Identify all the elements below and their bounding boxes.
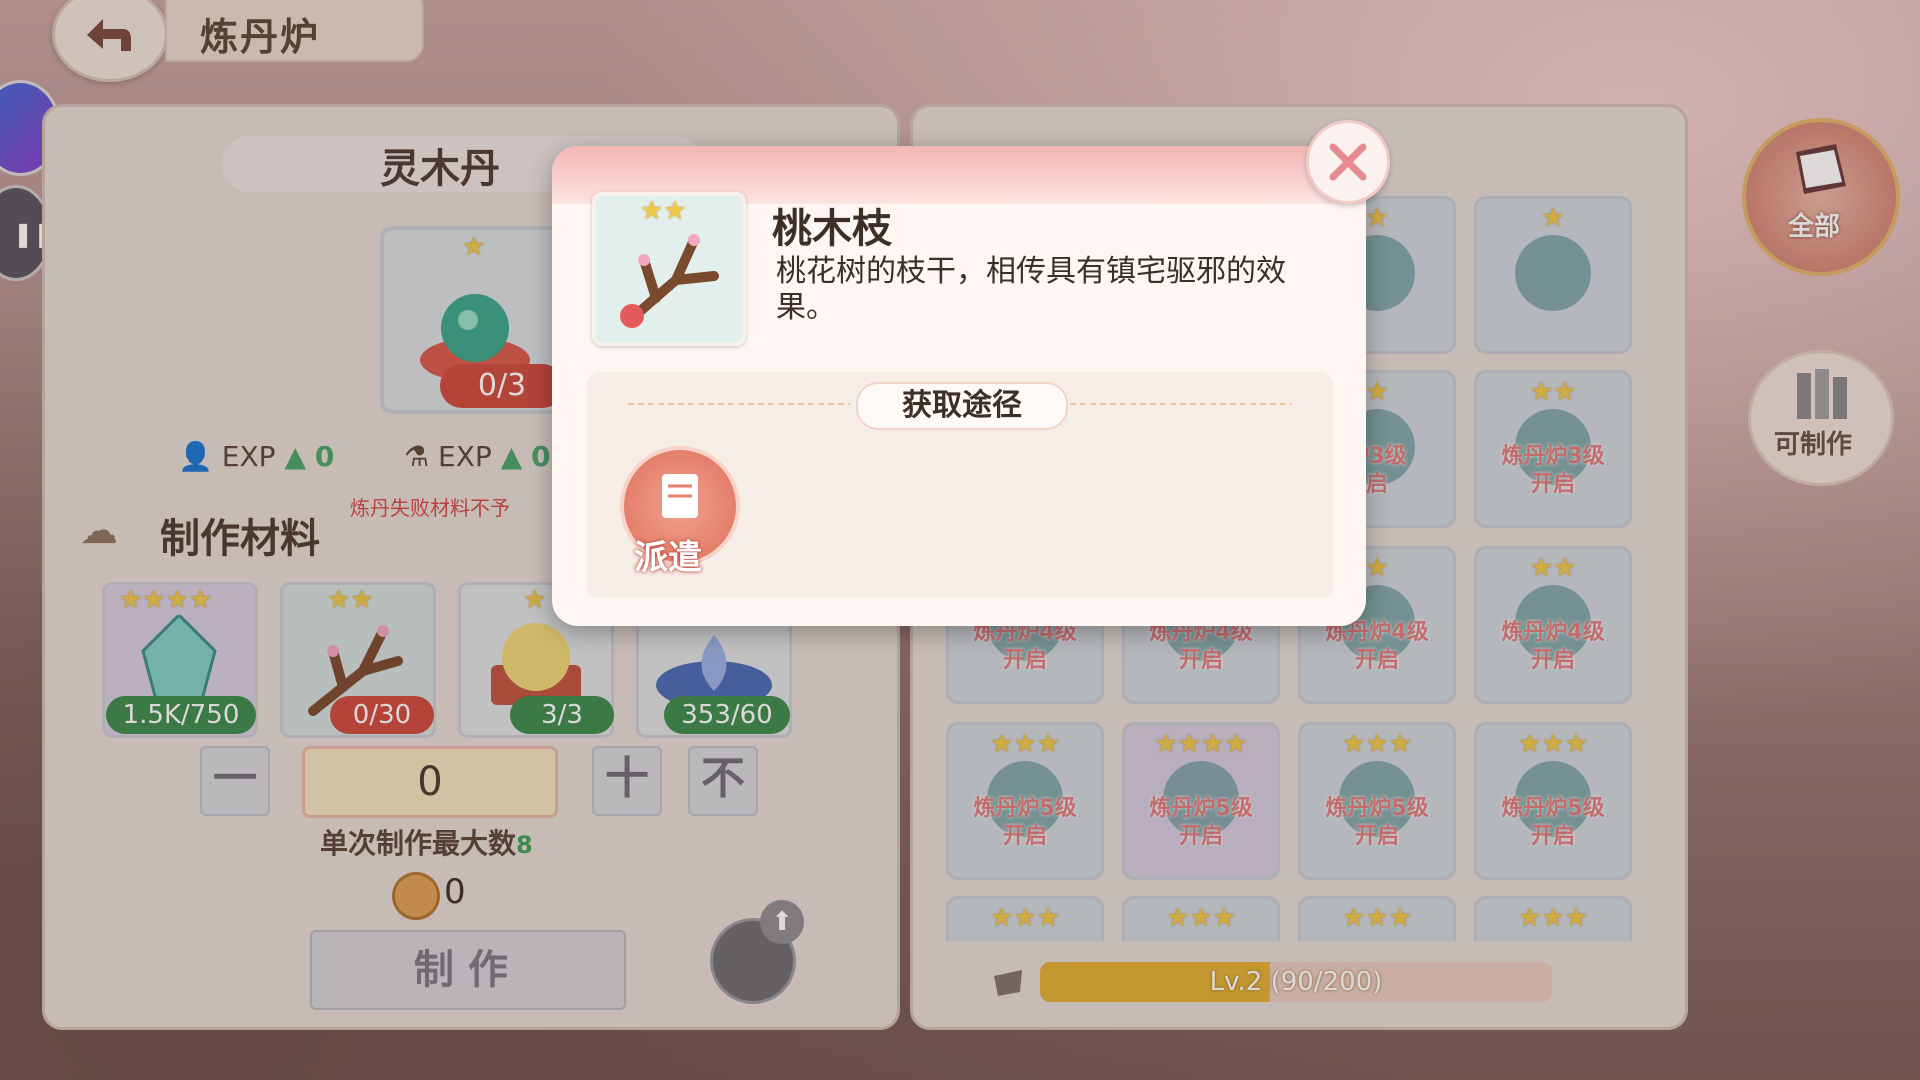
close-button[interactable] bbox=[1306, 120, 1390, 204]
item-icon: ★★ bbox=[592, 192, 746, 346]
peach-branch-icon bbox=[620, 234, 719, 328]
item-description: 桃花树的枝干，相传具有镇宅驱邪的效果。 bbox=[776, 254, 1286, 325]
divider-left bbox=[628, 403, 850, 405]
scroll-icon bbox=[662, 474, 698, 518]
item-name: 桃木枝 bbox=[772, 206, 892, 252]
dispatch-label: 派遣 bbox=[634, 538, 702, 578]
divider-right bbox=[1070, 403, 1292, 405]
source-title: 获取途径 bbox=[856, 382, 1068, 430]
close-icon bbox=[1329, 143, 1367, 181]
